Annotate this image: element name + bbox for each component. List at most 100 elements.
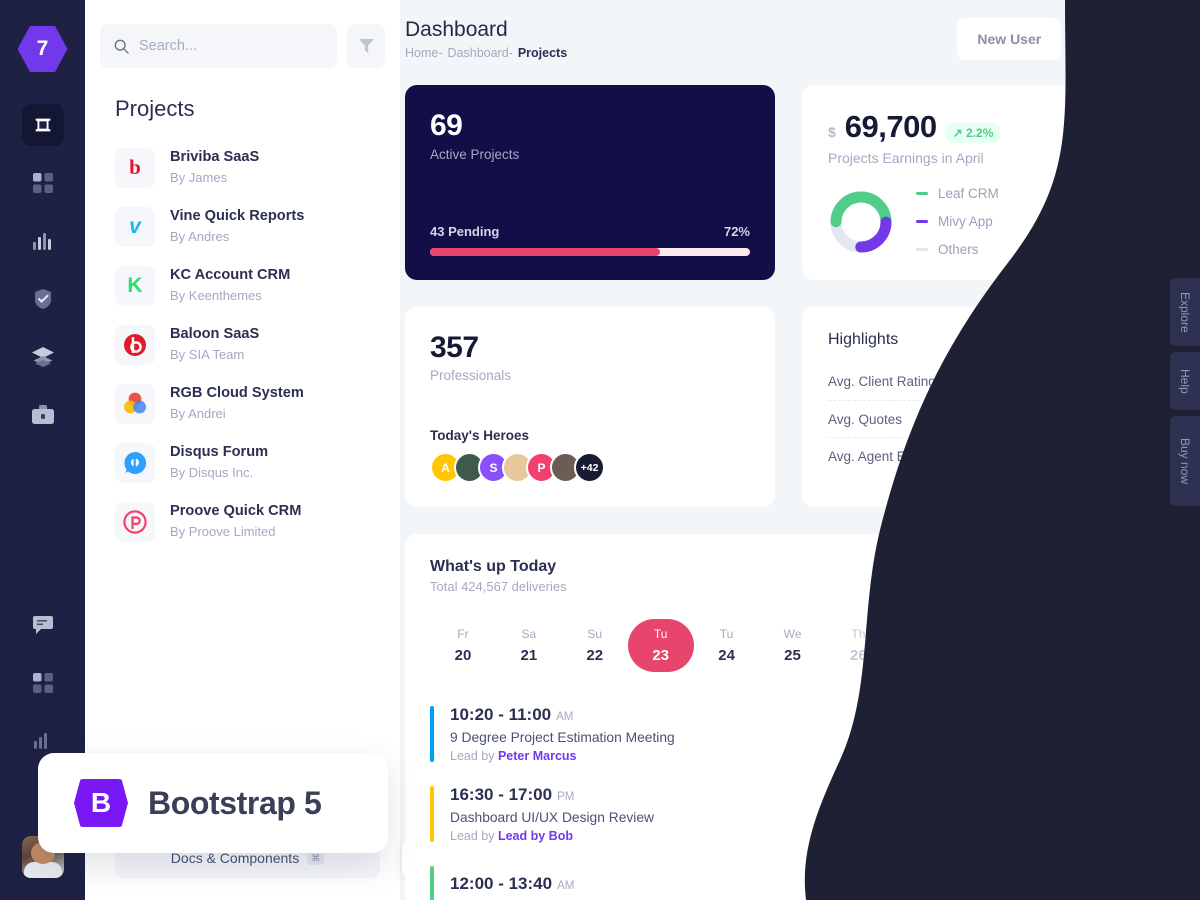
side-tab-buy-now[interactable]: Buy now <box>1170 416 1200 506</box>
donut-chart <box>830 191 892 252</box>
project-name: Baloon SaaS <box>170 325 260 342</box>
list-item[interactable]: v Vine Quick Reports By Andres <box>115 197 400 256</box>
legend-label: Mivy App <box>938 214 993 229</box>
sidebar-item-grid[interactable] <box>22 162 64 204</box>
side-tabs: Explore Help Buy now <box>1170 278 1200 506</box>
bar-chart-icon <box>32 233 51 250</box>
trend-down-icon: ↙ <box>1110 410 1123 427</box>
earnings-card[interactable]: $ 69,700 ↗ 2.2% Projects Earnings in Apr… <box>802 85 1180 280</box>
list-item[interactable]: K KC Account CRM By Keenthemes <box>115 256 400 315</box>
today-header: What's up Today Total 424,567 deliveries… <box>430 558 1155 594</box>
project-name: Disqus Forum <box>170 443 269 460</box>
bootstrap-logo-letter: B <box>90 787 112 818</box>
highlight-value: $2,309 <box>1112 448 1154 464</box>
event-details: 12:00 - 13:40AM Marketing Campaign Discu… <box>450 874 648 900</box>
day-number: 21 <box>520 647 538 664</box>
side-tab-explore[interactable]: Explore <box>1170 278 1200 346</box>
list-item[interactable]: RGB Cloud System By Andrei <box>115 374 400 433</box>
view-button[interactable]: View <box>1091 717 1155 751</box>
list-item[interactable]: Baloon SaaS By SIA Team <box>115 315 400 374</box>
day-option[interactable]: Sa 28 <box>957 619 1023 672</box>
breadcrumb-dashboard[interactable]: Dashboard- <box>448 46 513 60</box>
sidebar-item-cube[interactable] <box>21 104 64 146</box>
professionals-count: 357 <box>430 331 479 364</box>
avatar-group: A S P +42 <box>430 452 750 483</box>
event-color-bar <box>430 786 434 842</box>
event-color-bar <box>430 706 434 762</box>
progress-bar <box>430 248 750 256</box>
list-item[interactable]: b Briviba SaaS By James <box>115 138 400 197</box>
earnings-header: $ 69,700 ↗ 2.2% <box>828 109 1154 145</box>
event-details: 16:30 - 17:00 PM Dashboard UI/UX Design R… <box>450 785 654 843</box>
view-button[interactable]: View <box>1091 797 1155 831</box>
earnings-subtitle: Projects Earnings in April <box>828 150 984 166</box>
currency-symbol: $ <box>828 124 836 140</box>
sidebar-item-grid-2[interactable] <box>22 662 64 704</box>
legend-dash-icon <box>916 220 928 223</box>
day-of-week: Th <box>851 627 866 641</box>
day-number: 23 <box>652 647 670 664</box>
secondary-row: 357 Professionals Today's Heroes A S P +… <box>405 307 1180 507</box>
list-item[interactable]: 16:30 - 17:00 PM Dashboard UI/UX Design R… <box>430 774 1155 854</box>
report-center-button[interactable]: Report Cecnter <box>1034 558 1155 593</box>
day-option[interactable]: Su 29 <box>1023 619 1089 672</box>
day-number: 24 <box>718 647 735 664</box>
sidebar-item-analytics[interactable] <box>22 220 64 262</box>
day-option[interactable]: Sa 21 <box>496 619 562 672</box>
project-name: Proove Quick CRM <box>170 502 302 519</box>
view-button[interactable]: View <box>1091 877 1155 900</box>
today-heading-group: What's up Today Total 424,567 deliveries <box>430 558 567 594</box>
new-goal-button[interactable]: New Goal <box>1071 18 1175 60</box>
highlight-value-group: ↙ 730 <box>1111 411 1154 428</box>
app-logo-text: 7 <box>36 37 49 60</box>
list-item[interactable]: 12:00 - 13:40AM Marketing Campaign Discu… <box>430 854 1155 900</box>
list-item[interactable]: 10:20 - 11:00 AM 9 Degree Project Estimat… <box>430 694 1155 774</box>
list-item[interactable]: Disqus Forum By Disqus Inc. <box>115 433 400 492</box>
legend-value: $45,257 <box>1105 242 1154 257</box>
sidebar-item-security[interactable] <box>22 278 64 320</box>
day-option[interactable]: Su 22 <box>562 619 628 672</box>
bar-chart-icon <box>33 733 47 749</box>
filter-button[interactable] <box>347 24 385 68</box>
side-tab-help[interactable]: Help <box>1170 352 1200 410</box>
day-selector: Fr 20 Sa 21 Su 22 Tu 23 Tu 24 We 25 Th 2… <box>430 619 1155 672</box>
highlights-title: Highlights <box>828 331 899 348</box>
day-number: 22 <box>586 647 604 664</box>
professionals-card[interactable]: 357 Professionals Today's Heroes A S P +… <box>405 307 775 507</box>
day-option[interactable]: Mo 30 <box>1089 619 1155 672</box>
day-number: 26 <box>850 647 867 664</box>
highlight-label: Avg. Quotes <box>828 411 903 427</box>
earnings-delta-badge: ↗ 2.2% <box>945 123 1001 143</box>
page-header: Dashboard Home- Dashboard- Projects New … <box>400 0 1200 60</box>
day-option[interactable]: Tu 24 <box>694 619 760 672</box>
day-option[interactable]: Fr 20 <box>430 619 496 672</box>
event-time-group: 12:00 - 13:40 AM <box>450 874 648 894</box>
highlights-rows: Avg. Client Rating ↗ 7.8/10 Avg. Quotes … <box>828 363 1154 474</box>
sidebar-item-layers[interactable] <box>22 336 64 378</box>
day-option[interactable]: Th 26 <box>825 619 891 672</box>
proove-logo-icon <box>115 501 155 542</box>
day-option-selected[interactable]: Tu 23 <box>627 619 694 672</box>
day-of-week: Sa <box>982 627 998 641</box>
active-projects-card[interactable]: 69 Active Projects 43 Pending 72% <box>405 85 775 280</box>
app-logo[interactable]: 7 <box>17 26 68 72</box>
day-of-week: Su <box>1048 627 1064 641</box>
list-item[interactable]: Proove Quick CRM By Proove Limited <box>115 492 400 551</box>
sidebar-item-briefcase[interactable] <box>22 394 64 436</box>
event-lead-name[interactable]: Lead by Bob <box>498 829 573 843</box>
breadcrumb-home[interactable]: Home- <box>405 46 443 60</box>
day-option[interactable]: We 25 <box>760 619 826 672</box>
highlights-card[interactable]: Highlights Avg. Client Rating ↗ 7.8/10 A… <box>802 307 1180 507</box>
new-user-button[interactable]: New User <box>957 18 1062 60</box>
avatar-more-count[interactable]: +42 <box>574 452 605 483</box>
sidebar-item-chat[interactable] <box>22 604 64 646</box>
briviba-logo-icon: b <box>115 147 155 188</box>
search-input[interactable]: Search... <box>100 24 337 68</box>
project-owner: By Keenthemes <box>170 287 262 303</box>
event-lead-name[interactable]: Peter Marcus <box>498 749 577 763</box>
day-option[interactable]: Fri 27 <box>891 619 957 672</box>
event-name: 9 Degree Project Estimation Meeting <box>450 730 675 745</box>
kickstarter-logo-icon: K <box>115 265 155 306</box>
main-content: Dashboard Home- Dashboard- Projects New … <box>400 0 1200 900</box>
page-title: Dashboard <box>405 18 508 41</box>
